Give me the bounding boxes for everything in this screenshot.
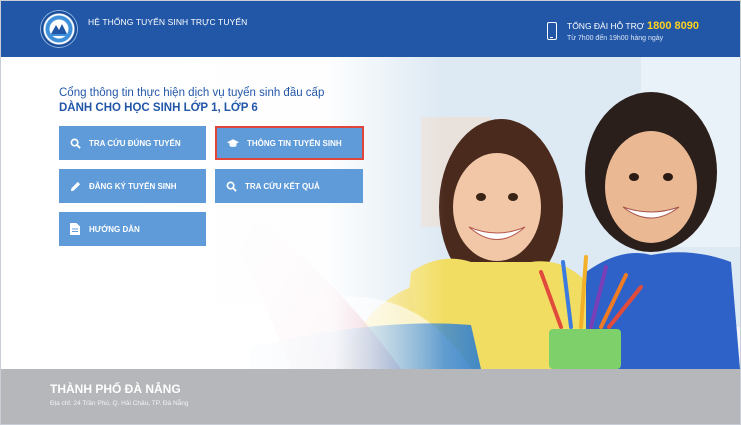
hotline-label: TỔNG ĐÀI HỖ TRỢ bbox=[567, 21, 645, 31]
guide-button[interactable]: HƯỚNG DẪN bbox=[59, 212, 206, 246]
site-header: HỆ THỐNG TUYỂN SINH TRỰC TUYẾN TỔNG ĐÀI … bbox=[1, 1, 740, 57]
site-footer: THÀNH PHỐ ĐÀ NẴNG Địa chỉ: 24 Trần Phú, … bbox=[1, 369, 740, 424]
hotline-number[interactable]: 1800 8090 bbox=[647, 20, 699, 32]
footer-city: THÀNH PHỐ ĐÀ NẴNG bbox=[50, 382, 181, 396]
admission-info-label: THÔNG TIN TUYỂN SINH bbox=[247, 138, 342, 148]
hotline: TỔNG ĐÀI HỖ TRỢ 1800 8090 bbox=[567, 20, 699, 32]
guide-label: HƯỚNG DẪN bbox=[89, 224, 140, 234]
intro-target-grades: DÀNH CHO HỌC SINH LỚP 1, LỚP 6 bbox=[59, 102, 258, 114]
register-admission-button[interactable]: ĐĂNG KÝ TUYỂN SINH bbox=[59, 169, 206, 203]
register-admission-label: ĐĂNG KÝ TUYỂN SINH bbox=[89, 181, 177, 191]
lookup-eligibility-button[interactable]: TRA CỨU ĐÚNG TUYẾN bbox=[59, 126, 206, 160]
search-icon bbox=[225, 180, 237, 192]
page-frame: HỆ THỐNG TUYỂN SINH TRỰC TUYẾN TỔNG ĐÀI … bbox=[0, 0, 741, 425]
lookup-eligibility-label: TRA CỨU ĐÚNG TUYẾN bbox=[89, 138, 181, 148]
search-icon bbox=[69, 137, 81, 149]
city-logo-icon[interactable] bbox=[41, 11, 77, 47]
graduation-cap-icon bbox=[227, 137, 239, 149]
phone-icon bbox=[547, 22, 557, 40]
document-icon bbox=[69, 223, 81, 235]
lookup-results-label: TRA CỨU KẾT QUẢ bbox=[245, 181, 320, 191]
intro-text: Cổng thông tin thực hiện dịch vụ tuyển s… bbox=[59, 87, 325, 99]
hero-banner: Cổng thông tin thực hiện dịch vụ tuyển s… bbox=[1, 57, 740, 369]
site-title[interactable]: HỆ THỐNG TUYỂN SINH TRỰC TUYẾN bbox=[88, 17, 247, 27]
pencil-icon bbox=[69, 180, 81, 192]
footer-address: Địa chỉ: 24 Trần Phú, Q. Hải Châu, TP. Đ… bbox=[50, 400, 189, 407]
hotline-hours: Từ 7h00 đến 19h00 hàng ngày bbox=[567, 35, 664, 42]
admission-info-button[interactable]: THÔNG TIN TUYỂN SINH bbox=[215, 126, 364, 160]
lookup-results-button[interactable]: TRA CỨU KẾT QUẢ bbox=[215, 169, 363, 203]
